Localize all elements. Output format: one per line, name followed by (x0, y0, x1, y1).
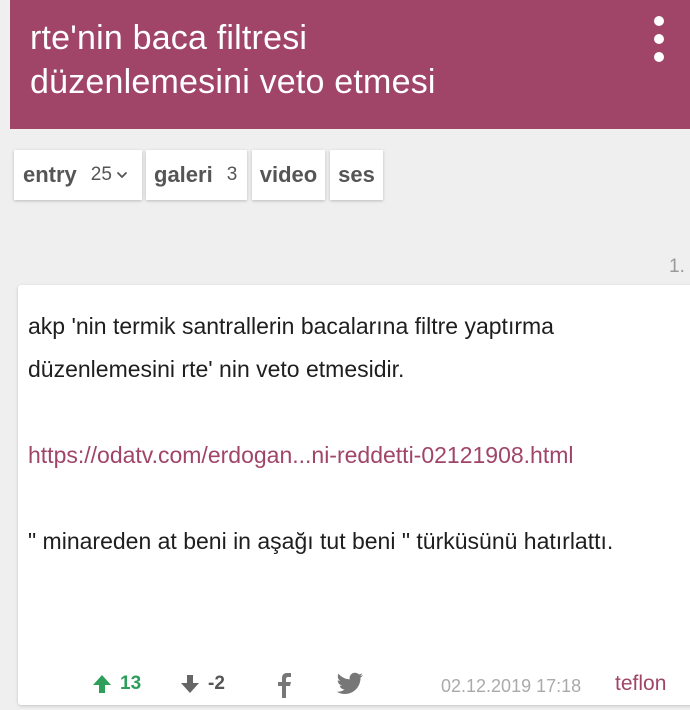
twitter-icon (336, 672, 363, 694)
tab-galeri-count: 3 (226, 164, 238, 185)
tab-ses[interactable]: ses (330, 150, 383, 200)
entry-author[interactable]: teflon (615, 672, 666, 696)
upvote-button[interactable]: 13 (90, 672, 141, 696)
topic-header: rte'nin baca filtresi düzenlemesini veto… (10, 0, 690, 129)
entry-card: akp 'nin termik santrallerin bacalarına … (18, 285, 690, 705)
downvote-count: -2 (208, 673, 225, 694)
tab-entry-label: entry (23, 162, 77, 187)
arrow-down-icon (181, 675, 199, 693)
entry-date[interactable]: 02.12.2019 17:18 (441, 676, 581, 697)
entry-footer: 13 -2 02.12.2019 17:18 teflon (18, 670, 690, 710)
entry-index: 1. (669, 256, 685, 277)
facebook-share-button[interactable] (276, 672, 292, 698)
arrow-up-icon (93, 675, 111, 693)
tab-galeri[interactable]: galeri 3 (146, 150, 247, 200)
title-line-1: rte'nin baca filtresi (30, 19, 308, 57)
facebook-icon (278, 673, 291, 698)
chevron-down-icon[interactable] (116, 169, 128, 181)
more-vertical-icon[interactable] (644, 16, 674, 62)
tab-video-label: video (259, 162, 318, 187)
entry-paragraph: akp 'nin termik santrallerin bacalarına … (28, 313, 554, 382)
entry-paragraph: " minareden at beni in aşağı tut beni " … (28, 528, 614, 554)
entry-date-text: 02.12.2019 17:18 (441, 676, 582, 696)
tab-video[interactable]: video (252, 150, 325, 200)
tab-galeri-label: galeri (154, 162, 213, 187)
tab-entry-count: 25 (90, 164, 112, 185)
upvote-count: 13 (120, 673, 142, 694)
title-line-2: düzenlemesini veto etmesi (30, 63, 436, 101)
entry-link[interactable]: https://odatv.com/erdogan...ni-reddetti-… (28, 442, 574, 468)
twitter-share-button[interactable] (336, 672, 364, 696)
tab-entry[interactable]: entry 25 (14, 150, 142, 200)
entry-content: akp 'nin termik santrallerin bacalarına … (28, 305, 648, 563)
downvote-button[interactable]: -2 (178, 672, 225, 696)
tab-ses-label: ses (338, 162, 375, 187)
author-name: teflon (615, 672, 667, 695)
page-title: rte'nin baca filtresi düzenlemesini veto… (30, 16, 630, 104)
